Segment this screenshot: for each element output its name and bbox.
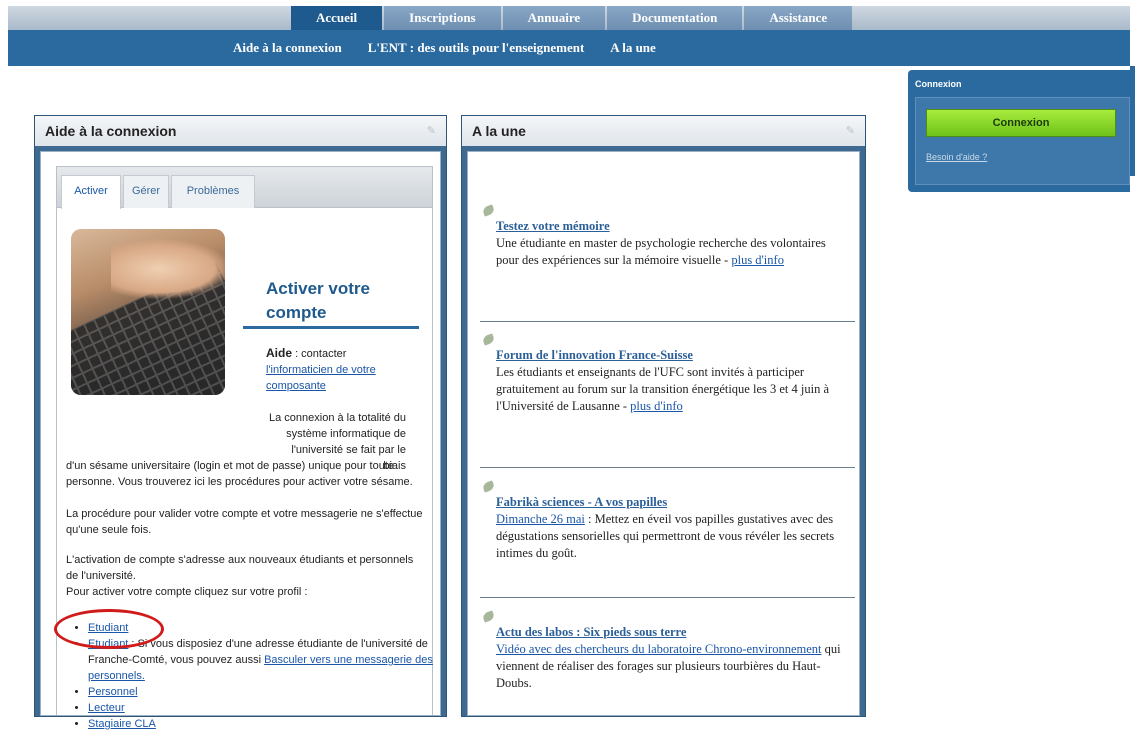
tab-documentation[interactable]: Documentation	[607, 6, 743, 30]
activation-paragraph: L'activation de compte s'adresse aux nou…	[66, 554, 414, 582]
connexion-button[interactable]: Connexion	[926, 109, 1116, 137]
tab-assistance[interactable]: Assistance	[744, 6, 853, 30]
tab-problemes[interactable]: Problèmes	[171, 175, 255, 208]
list-item: Lecteur	[88, 700, 438, 716]
subnav-aide-connexion[interactable]: Aide à la connexion	[233, 30, 342, 66]
connexion-box: Connexion Connexion Besoin d'aide ?	[908, 70, 1130, 192]
aide-contact: Aide : contacter l'informaticien de votr…	[266, 345, 406, 394]
leaf-icon	[481, 204, 496, 217]
activer-title: Activer votre compte	[266, 279, 370, 322]
leaf-icon	[481, 480, 496, 493]
profile-personnel-link[interactable]: Personnel	[88, 686, 138, 698]
une-panel-header: A la une ✎	[462, 116, 865, 146]
intro-paragraph-rest: d'un sésame universitaire (login et mot …	[66, 460, 413, 488]
profile-stagiaire-link[interactable]: Stagiaire CLA	[88, 718, 156, 730]
aide-label: Aide	[266, 346, 293, 360]
tab-gerer[interactable]: Gérer	[123, 175, 169, 208]
news-title-link[interactable]: Fabrikà sciences - A vos papilles	[496, 494, 841, 511]
aide-panel-body: Activer Gérer Problèmes Activer votre co…	[40, 151, 441, 730]
news-divider	[480, 321, 855, 322]
news-title-link[interactable]: Testez votre mémoire	[496, 218, 841, 235]
tab-annuaire[interactable]: Annuaire	[502, 6, 606, 30]
title-underline	[243, 326, 419, 329]
subnav-ent-outils[interactable]: L'ENT : des outils pour l'enseignement	[368, 30, 585, 66]
news-divider	[480, 467, 855, 468]
profile-prompt: Pour activer votre compte cliquez sur vo…	[66, 586, 308, 598]
aide-connexion-panel: Aide à la connexion ✎ Activer Gérer Prob…	[34, 115, 447, 730]
news-divider	[480, 597, 855, 598]
list-item: Personnel	[88, 684, 438, 700]
hand-shape	[111, 239, 225, 299]
top-navigation: Accueil Inscriptions Annuaire Documentat…	[8, 6, 1130, 30]
news-item: Fabrikà sciences - A vos papilles Dimanc…	[481, 480, 841, 562]
keyboard-photo	[71, 229, 225, 395]
tab-accueil[interactable]: Accueil	[291, 6, 383, 30]
help-link[interactable]: Besoin d'aide ?	[926, 152, 987, 162]
sub-navigation: Aide à la connexion L'ENT : des outils p…	[8, 30, 1130, 66]
connexion-title: Connexion	[915, 79, 962, 89]
news-item: Testez votre mémoire Une étudiante en ma…	[481, 204, 841, 269]
right-strip	[1130, 66, 1135, 176]
procedure-paragraph: La procédure pour valider votre compte e…	[66, 508, 423, 536]
tab-activer[interactable]: Activer	[61, 175, 121, 209]
news-title-link[interactable]: Actu des labos : Six pieds sous terre	[496, 624, 841, 641]
leaf-icon	[481, 610, 496, 623]
aide-text: : contacter	[292, 348, 347, 360]
connexion-inner: Connexion Besoin d'aide ?	[915, 97, 1130, 185]
pin-icon[interactable]: ✎	[427, 116, 436, 146]
list-item: Stagiaire CLA	[88, 716, 438, 732]
a-la-une-panel: A la une ✎ Testez votre mémoire Une étud…	[461, 115, 866, 717]
plus-info-link[interactable]: plus d'info	[630, 399, 683, 413]
news-item: Forum de l'innovation France-Suisse Les …	[481, 333, 841, 415]
aide-panel-title: Aide à la connexion	[45, 123, 177, 139]
news-item: Actu des labos : Six pieds sous terre Vi…	[481, 610, 841, 692]
highlight-circle	[54, 609, 164, 649]
une-panel-body: Testez votre mémoire Une étudiante en ma…	[467, 151, 860, 716]
pin-icon[interactable]: ✎	[846, 116, 855, 146]
tab-inscriptions[interactable]: Inscriptions	[384, 6, 501, 30]
informaticien-link[interactable]: l'informaticien de votre composante	[266, 364, 376, 392]
video-link[interactable]: Vidéo avec des chercheurs du laboratoire…	[496, 642, 822, 656]
news-title-link[interactable]: Forum de l'innovation France-Suisse	[496, 347, 841, 364]
leaf-icon	[481, 333, 496, 346]
aide-panel-header: Aide à la connexion ✎	[35, 116, 446, 146]
main-tabs: Accueil Inscriptions Annuaire Documentat…	[291, 6, 854, 30]
aide-tabs: Activer Gérer Problèmes	[56, 166, 433, 209]
une-panel-title: A la une	[472, 123, 526, 139]
plus-info-link[interactable]: plus d'info	[731, 253, 784, 267]
profile-lecteur-link[interactable]: Lecteur	[88, 702, 125, 714]
subnav-a-la-une[interactable]: A la une	[610, 30, 656, 66]
news-date-link[interactable]: Dimanche 26 mai	[496, 512, 585, 526]
